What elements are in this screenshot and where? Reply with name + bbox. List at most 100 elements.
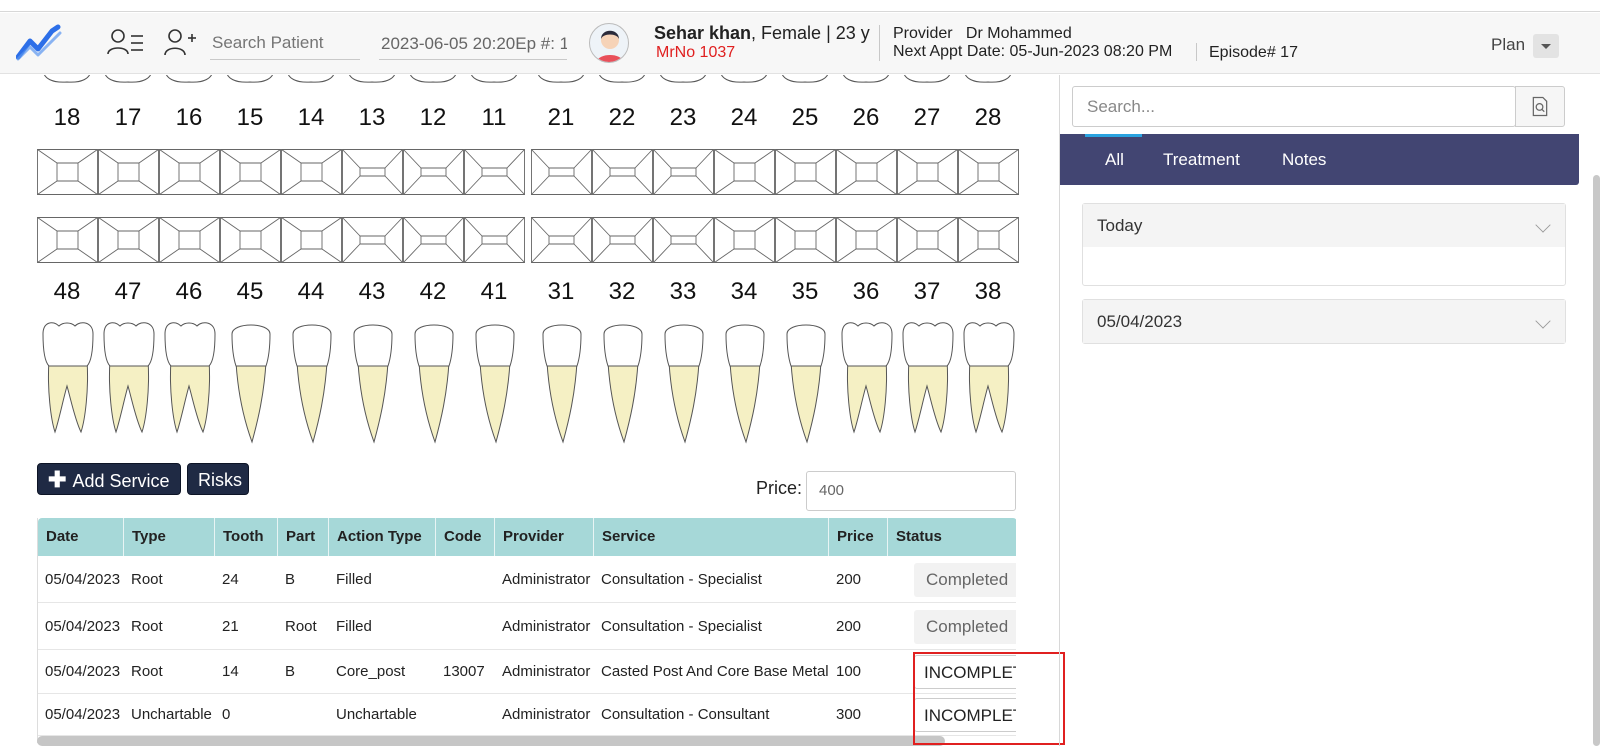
table-row[interactable]: 05/04/2023 Root 14 B Core_post 13007 Administr…: [38, 650, 1016, 694]
tooth-number[interactable]: 45: [220, 278, 280, 306]
tooth-number[interactable]: 28: [958, 104, 1018, 132]
tooth-surface-box[interactable]: [836, 149, 897, 195]
right-search-input[interactable]: Search...: [1072, 86, 1516, 127]
tooth-number[interactable]: 25: [775, 104, 835, 132]
plan-dropdown-toggle[interactable]: [1533, 34, 1559, 58]
tooth-icon[interactable]: [653, 320, 714, 450]
tooth-number[interactable]: 35: [775, 278, 835, 306]
tooth-surface-box[interactable]: [464, 149, 525, 195]
tooth-surface-box[interactable]: [37, 149, 98, 195]
tooth-surface-box[interactable]: [159, 217, 220, 263]
tooth-number[interactable]: 48: [37, 278, 97, 306]
tooth-surface-box[interactable]: [592, 217, 653, 263]
tooth-number[interactable]: 43: [342, 278, 402, 306]
chevron-down-icon[interactable]: [1535, 313, 1551, 329]
tooth-number[interactable]: 27: [897, 104, 957, 132]
search-patient-input[interactable]: [210, 27, 360, 60]
tooth-icon[interactable]: [159, 320, 220, 450]
tooth-icon[interactable]: [37, 320, 98, 450]
tooth-surface-box[interactable]: [220, 149, 281, 195]
tooth-surface-box[interactable]: [342, 217, 403, 263]
tooth-number[interactable]: 31: [531, 278, 591, 306]
tooth-number[interactable]: 34: [714, 278, 774, 306]
table-row[interactable]: 05/04/2023 Root 24 B Filled Administrator Cons…: [38, 556, 1016, 603]
accordion-today[interactable]: Today: [1082, 203, 1566, 286]
tooth-number[interactable]: 15: [220, 104, 280, 132]
search-button[interactable]: [1515, 86, 1565, 127]
tooth-number[interactable]: 32: [592, 278, 652, 306]
tooth-surface-box[interactable]: [897, 149, 958, 195]
tooth-icon[interactable]: [958, 320, 1019, 450]
column-header[interactable]: Part: [278, 518, 329, 556]
vertical-scrollbar[interactable]: [1593, 175, 1600, 746]
tooth-surface-box[interactable]: [531, 217, 592, 263]
tooth-surface-box[interactable]: [220, 217, 281, 263]
price-input[interactable]: 400: [806, 471, 1016, 511]
tooth-surface-box[interactable]: [958, 149, 1019, 195]
column-header[interactable]: Action Type: [329, 518, 436, 556]
status-completed-badge[interactable]: Completed: [914, 562, 1016, 597]
column-header[interactable]: Tooth: [215, 518, 278, 556]
tooth-icon[interactable]: [281, 320, 342, 450]
tooth-surface-box[interactable]: [342, 149, 403, 195]
tooth-surface-box[interactable]: [281, 217, 342, 263]
tooth-number[interactable]: 21: [531, 104, 591, 132]
tooth-number[interactable]: 47: [98, 278, 158, 306]
column-header[interactable]: Price: [829, 518, 888, 556]
tooth-surface-box[interactable]: [836, 217, 897, 263]
tooth-surface-box[interactable]: [464, 217, 525, 263]
table-row[interactable]: 05/04/2023 Root 21 Root Filled Administrator C…: [38, 603, 1016, 650]
tooth-surface-box[interactable]: [775, 217, 836, 263]
column-header[interactable]: Status: [888, 518, 1016, 556]
tooth-icon[interactable]: [464, 320, 525, 450]
tooth-icon[interactable]: [342, 320, 403, 450]
app-logo-icon[interactable]: [16, 23, 62, 63]
tooth-surface-box[interactable]: [714, 149, 775, 195]
tooth-icon[interactable]: [403, 320, 464, 450]
tooth-icon[interactable]: [220, 320, 281, 450]
tooth-icon[interactable]: [714, 320, 775, 450]
tooth-icon[interactable]: [775, 320, 836, 450]
tooth-number[interactable]: 18: [37, 104, 97, 132]
tooth-icon[interactable]: [592, 320, 653, 450]
tooth-number[interactable]: 41: [464, 278, 524, 306]
tooth-number[interactable]: 46: [159, 278, 219, 306]
tooth-surface-box[interactable]: [403, 217, 464, 263]
tooth-number[interactable]: 37: [897, 278, 957, 306]
tooth-surface-box[interactable]: [775, 149, 836, 195]
tooth-surface-box[interactable]: [958, 217, 1019, 263]
tooth-surface-box[interactable]: [653, 149, 714, 195]
plan-label[interactable]: Plan: [1491, 35, 1525, 55]
visit-episode-field[interactable]: 2023-06-05 20:20Ep #: 17: [379, 27, 567, 60]
add-patient-icon[interactable]: [162, 27, 202, 59]
column-header[interactable]: Provider: [495, 518, 594, 556]
tooth-number[interactable]: 36: [836, 278, 896, 306]
column-header[interactable]: Service: [594, 518, 829, 556]
tooth-surface-box[interactable]: [98, 217, 159, 263]
tooth-icon[interactable]: [98, 320, 159, 450]
tooth-surface-box[interactable]: [531, 149, 592, 195]
tooth-number[interactable]: 26: [836, 104, 896, 132]
tooth-number[interactable]: 23: [653, 104, 713, 132]
tooth-number[interactable]: 12: [403, 104, 463, 132]
tooth-number[interactable]: 44: [281, 278, 341, 306]
tooth-surface-box[interactable]: [714, 217, 775, 263]
tooth-surface-box[interactable]: [159, 149, 220, 195]
tooth-surface-box[interactable]: [403, 149, 464, 195]
tooth-surface-box[interactable]: [37, 217, 98, 263]
status-completed-badge[interactable]: Completed: [914, 609, 1016, 644]
chevron-down-icon[interactable]: [1535, 217, 1551, 233]
risks-button[interactable]: Risks: [187, 463, 249, 495]
tooth-number[interactable]: 13: [342, 104, 402, 132]
column-header[interactable]: Date: [38, 518, 124, 556]
tooth-surface-box[interactable]: [281, 149, 342, 195]
column-header[interactable]: Code: [436, 518, 495, 556]
tooth-surface-box[interactable]: [592, 149, 653, 195]
column-header[interactable]: Type: [124, 518, 215, 556]
tooth-surface-box[interactable]: [897, 217, 958, 263]
tooth-number[interactable]: 14: [281, 104, 341, 132]
patient-list-icon[interactable]: [106, 27, 146, 59]
tab-treatment[interactable]: Treatment: [1163, 134, 1240, 185]
tooth-icon[interactable]: [836, 320, 897, 450]
tooth-number[interactable]: 42: [403, 278, 463, 306]
